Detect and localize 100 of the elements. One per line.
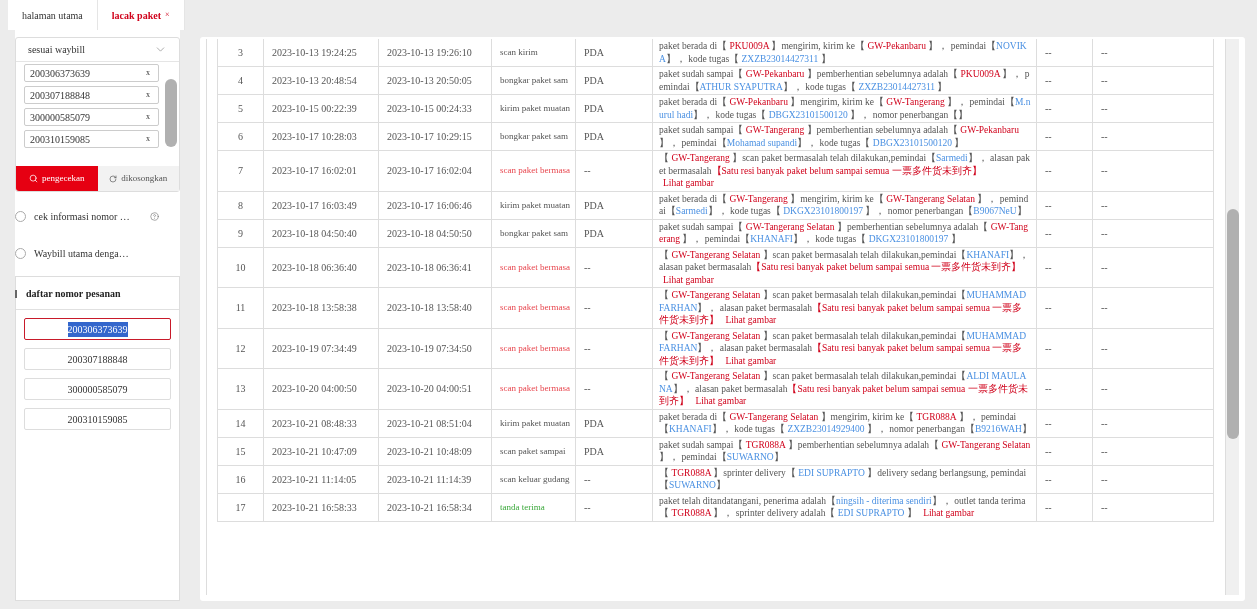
table-cell: 2023-10-19 07:34:50	[378, 328, 492, 369]
order-number-item[interactable]: 200306373639	[24, 318, 171, 340]
scrollbar[interactable]	[1226, 209, 1239, 439]
remove-tag-button[interactable]: x	[146, 135, 150, 143]
close-icon[interactable]: ×	[165, 9, 170, 21]
table-cell: --	[1036, 409, 1093, 437]
event-description: 【 GW-Tangerang Selatan 】scan paket bermasalah telah dilakukan,pemindai【MUHAMMAD FARHAN】， alasan paket bermasalah【Satu resi banyak paket belum sampai semua 一票多件货未到齐】 Lihat gambar	[659, 329, 1028, 367]
table-cell: 6	[217, 122, 264, 151]
table-cell: kirim paket muatan	[491, 409, 576, 437]
order-number-item[interactable]: 200310159085	[24, 408, 171, 430]
order-number-item[interactable]: 200307188848	[24, 348, 171, 370]
table-cell: 11	[217, 287, 264, 328]
view-image-link[interactable]: Lihat gambar	[725, 315, 777, 325]
table-cell: PDA	[575, 94, 653, 123]
table-cell: 2023-10-19 07:34:49	[263, 328, 379, 369]
table-cell: --	[1092, 465, 1214, 493]
search-icon	[29, 174, 38, 183]
table-cell: --	[1092, 328, 1214, 369]
event-description: 【 GW-Tangerang Selatan 】scan paket bermasalah telah dilakukan,pemindai【ALDI MAULANA】， alasan paket bermasalah【Satu resi banyak paket belum sampai semua 一票多件货未到齐】 Lihat gambar	[659, 370, 1029, 408]
remove-tag-button[interactable]: x	[146, 113, 150, 121]
table-cell: 2023-10-15 00:22:39	[263, 94, 379, 123]
event-description: 【 GW-Tangerang Selatan 】scan paket bermasalah telah dilakukan,pemindai【KHANAFI】， alasan paket bermasalah【Satu resi banyak paket belum sampai semua 一票多件货未到齐】 Lihat gambar	[659, 248, 1031, 286]
table-cell: 2023-10-13 19:24:25	[263, 39, 379, 67]
scrollbar[interactable]	[165, 79, 177, 147]
table-cell: --	[1036, 191, 1093, 219]
table-cell: 5	[217, 94, 264, 123]
table-cell: --	[1092, 150, 1214, 191]
event-description: paket berada di【 GW-Pekanbaru 】mengirim, kirim ke【 GW-Tangerang 】， pemindai【M.nurul hadi】， kode tugas【 DBGX23101500120 】， nomor penerbangan【】	[659, 96, 1032, 121]
table-cell: --	[1092, 247, 1214, 288]
table-cell: --	[575, 493, 653, 521]
table-cell: kirim paket muatan	[491, 191, 576, 219]
search-button[interactable]: pengecekan	[16, 166, 98, 191]
event-description: paket sudah sampai【 GW-Tangerang Selatan 】pemberhentian sebelumnya adalah【 GW-Tangerang 】， pemindai【KHANAFI】， kode tugas【 DKGX23101800197 】	[659, 220, 1029, 246]
table-cell: 2023-10-21 11:14:39	[378, 465, 492, 493]
event-description: paket sudah sampai【 GW-Tangerang 】pemberhentian sebelumnya adalah【 GW-Pekanbaru 】， pemindai【Mohamad supandi】， kode tugas【 DBGX23101500120 】	[659, 124, 1020, 149]
table-cell: --	[1036, 94, 1093, 123]
tab[interactable]: lacak paket ×	[97, 0, 185, 30]
table-cell: 4	[217, 66, 264, 95]
table-cell: scan paket bermasa	[491, 247, 576, 288]
table-cell: 2023-10-20 04:00:50	[263, 368, 379, 409]
table-cell: scan kirim	[491, 39, 576, 67]
order-number-item[interactable]: 300000585079	[24, 378, 171, 400]
table-cell: --	[1092, 66, 1214, 95]
view-image-link[interactable]: Lihat gambar	[663, 178, 714, 188]
table-cell: bongkar paket sam	[491, 122, 576, 151]
table-cell: 2023-10-13 20:50:05	[378, 66, 492, 95]
table-cell: --	[1092, 94, 1214, 123]
clear-button[interactable]: dikosongkan	[97, 166, 179, 191]
table-cell: --	[1036, 465, 1093, 493]
table-cell: 2023-10-17 16:02:01	[263, 150, 379, 191]
table-cell: --	[1092, 287, 1214, 328]
table-cell: PDA	[575, 437, 653, 465]
table-cell: PDA	[575, 39, 653, 67]
table-cell: --	[1092, 437, 1214, 465]
table-cell: 12	[217, 328, 264, 369]
table-cell: scan paket sampai	[491, 437, 576, 465]
view-image-link[interactable]: Lihat gambar	[663, 274, 714, 285]
table-cell: 8	[217, 191, 264, 219]
view-image-link[interactable]: Lihat gambar	[695, 396, 747, 406]
table-cell: --	[1036, 219, 1093, 247]
table-cell: --	[1092, 409, 1214, 437]
event-description: paket sudah sampai【 GW-Pekanbaru 】pemberhentian sebelumnya adalah【 PKU009A 】， pemindai【ATHUR SYAPUTRA】， kode tugas【 ZXZB23014427311 】	[659, 68, 1031, 93]
order-list-title: daftar nomor pesanan	[25, 286, 121, 301]
table-cell: --	[575, 465, 653, 493]
table-cell: 2023-10-18 06:36:41	[378, 247, 492, 288]
help-icon[interactable]	[149, 212, 159, 221]
table-cell: --	[1036, 328, 1093, 369]
table-cell: bongkar paket sam	[491, 219, 576, 247]
table-cell: scan keluar gudang	[491, 465, 576, 493]
table-cell: 2023-10-13 20:48:54	[263, 66, 379, 95]
remove-tag-button[interactable]: x	[146, 69, 150, 77]
table-cell: --	[1036, 287, 1093, 328]
table-cell: 2023-10-21 16:58:33	[263, 493, 379, 521]
table-cell: --	[1036, 437, 1093, 465]
table-cell: 9	[217, 219, 264, 247]
table-cell: 17	[217, 493, 264, 521]
remove-tag-button[interactable]: x	[146, 91, 150, 99]
view-image-link[interactable]: Lihat gambar	[725, 355, 777, 366]
radio-option[interactable]: Waybill utama denga…	[15, 246, 129, 261]
table-cell: bongkar paket sam	[491, 66, 576, 95]
table-cell: 2023-10-20 04:00:51	[378, 368, 492, 409]
table-cell: --	[1092, 191, 1214, 219]
table-cell: 2023-10-21 08:48:33	[263, 409, 379, 437]
event-description: paket sudah sampai【 TGR088A 】pemberhentian sebelumnya adalah【 GW-Tangerang Selatan 】， pemindai【SUWARNO】	[659, 438, 1032, 464]
table-cell: 2023-10-18 13:58:40	[378, 287, 492, 328]
table-cell: --	[1036, 368, 1093, 409]
refresh-icon	[109, 174, 118, 183]
table-cell: 2023-10-21 10:47:09	[263, 437, 379, 465]
table-cell: 2023-10-13 19:26:10	[378, 39, 492, 67]
table-cell: --	[1036, 493, 1093, 521]
tab[interactable]: halaman utama	[8, 0, 98, 30]
table-cell: 2023-10-18 04:50:40	[263, 219, 379, 247]
radio-option[interactable]: cek informasi nomor …	[15, 209, 130, 224]
table-cell: scan paket bermasa	[491, 368, 576, 409]
table-cell: 3	[217, 39, 264, 67]
table-cell: scan paket bermasa	[491, 150, 576, 191]
view-image-link[interactable]: Lihat gambar	[923, 508, 975, 518]
table-cell: --	[575, 368, 653, 409]
query-mode-select[interactable]: sesuai waybill	[16, 38, 179, 62]
table-cell: 13	[217, 368, 264, 409]
